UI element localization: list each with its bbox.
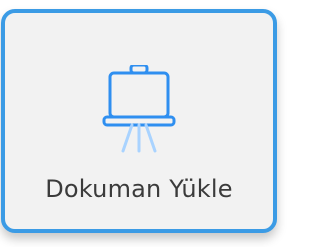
upload-document-tile[interactable]: Dokuman Yükle bbox=[1, 9, 277, 233]
tile-label: Dokuman Yükle bbox=[45, 175, 233, 203]
presentation-board-icon bbox=[94, 63, 184, 165]
